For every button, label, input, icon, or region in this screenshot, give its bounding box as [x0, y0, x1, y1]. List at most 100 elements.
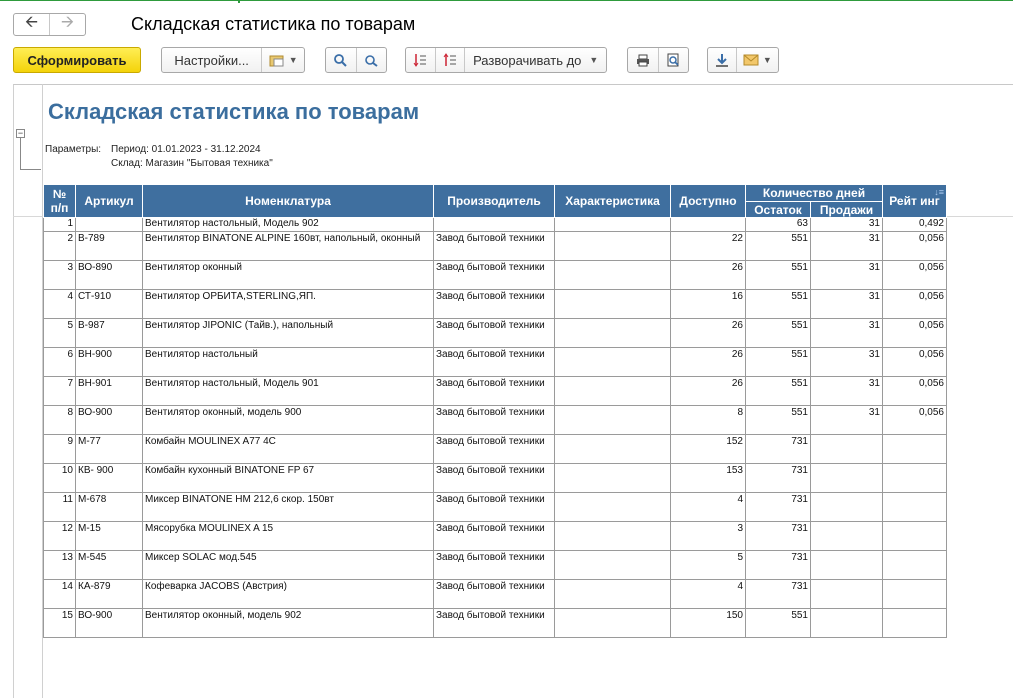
row-nomenclature[interactable]: Миксер SOLAC мод.545 — [142, 550, 434, 580]
row-num[interactable]: 7 — [43, 376, 76, 406]
row-manufacturer[interactable]: Завод бытовой техники — [433, 492, 555, 522]
table-row[interactable]: 7 ВН-901 Вентилятор настольный, Модель 901… — [43, 376, 947, 406]
row-manufacturer[interactable]: Завод бытовой техники — [433, 405, 555, 435]
row-nomenclature[interactable]: Вентилятор настольный, Модель 901 — [142, 376, 434, 406]
row-balance[interactable]: 731 — [745, 492, 811, 522]
row-nomenclature[interactable]: Вентилятор JIPONIC (Тайв.), напольный — [142, 318, 434, 348]
row-balance[interactable]: 551 — [745, 608, 811, 638]
row-rating[interactable] — [882, 463, 947, 493]
row-rating[interactable] — [882, 579, 947, 609]
row-available[interactable] — [670, 217, 746, 232]
row-balance[interactable]: 551 — [745, 318, 811, 348]
row-manufacturer[interactable]: Завод бытовой техники — [433, 550, 555, 580]
row-rating[interactable]: 0,056 — [882, 347, 947, 377]
col-balance[interactable]: Остаток — [745, 201, 811, 218]
back-arrow-icon[interactable]: 🡨 — [14, 14, 49, 35]
row-num[interactable]: 8 — [43, 405, 76, 435]
col-article[interactable]: Артикул — [75, 184, 143, 218]
row-characteristic[interactable] — [554, 492, 671, 522]
row-sales[interactable] — [810, 608, 883, 638]
row-article[interactable]: М-678 — [75, 492, 143, 522]
row-sales[interactable]: 31 — [810, 405, 883, 435]
row-num[interactable]: 11 — [43, 492, 76, 522]
row-article[interactable]: B-789 — [75, 231, 143, 261]
row-sales[interactable] — [810, 434, 883, 464]
col-rating[interactable]: Рейт инг ↓≡ — [882, 184, 947, 218]
row-manufacturer[interactable]: Завод бытовой техники — [433, 579, 555, 609]
row-num[interactable]: 4 — [43, 289, 76, 319]
table-row[interactable]: 3 ВО-890 Вентилятор оконный Завод бытовой т… — [43, 260, 947, 290]
row-rating[interactable] — [882, 550, 947, 580]
row-available[interactable]: 4 — [670, 579, 746, 609]
table-row[interactable]: 2 B-789 Вентилятор BINATONE ALPINE 160вт, … — [43, 231, 947, 261]
collapse-all-button[interactable] — [406, 48, 435, 72]
row-rating[interactable] — [882, 434, 947, 464]
row-balance[interactable]: 731 — [745, 579, 811, 609]
table-row[interactable]: 11 М-678 Миксер BINATONE HM 212,6 скор. 15… — [43, 492, 947, 522]
row-manufacturer[interactable]: Завод бытовой техники — [433, 376, 555, 406]
row-article[interactable]: ВО-890 — [75, 260, 143, 290]
settings-button[interactable]: Настройки... — [162, 48, 261, 72]
row-num[interactable]: 6 — [43, 347, 76, 377]
row-available[interactable]: 3 — [670, 521, 746, 551]
col-sales[interactable]: Продажи — [810, 201, 883, 218]
print-button[interactable] — [628, 48, 658, 72]
col-characteristic[interactable]: Характеристика — [554, 184, 671, 218]
row-manufacturer[interactable]: Завод бытовой техники — [433, 434, 555, 464]
row-available[interactable]: 8 — [670, 405, 746, 435]
row-num[interactable]: 13 — [43, 550, 76, 580]
row-characteristic[interactable] — [554, 608, 671, 638]
row-sales[interactable] — [810, 579, 883, 609]
expand-all-button[interactable] — [434, 48, 465, 72]
row-nomenclature[interactable]: Миксер BINATONE HM 212,6 скор. 150вт — [142, 492, 434, 522]
col-num[interactable]: № п/п — [43, 184, 76, 218]
row-manufacturer[interactable]: Завод бытовой техники — [433, 347, 555, 377]
row-balance[interactable]: 731 — [745, 463, 811, 493]
row-num[interactable]: 9 — [43, 434, 76, 464]
row-balance[interactable]: 731 — [745, 521, 811, 551]
row-characteristic[interactable] — [554, 405, 671, 435]
table-row[interactable]: 9 М-77 Комбайн MOULINEX A77 4C Завод бытово… — [43, 434, 947, 464]
table-row[interactable]: 10 КВ- 900 Комбайн кухонный BINATONE FP 67… — [43, 463, 947, 493]
table-row[interactable]: 1 Вентилятор настольный, Модель 902 63 31 0,… — [43, 217, 947, 232]
row-article[interactable]: М-77 — [75, 434, 143, 464]
row-sales[interactable] — [810, 492, 883, 522]
row-manufacturer[interactable]: Завод бытовой техники — [433, 260, 555, 290]
row-sales[interactable]: 31 — [810, 217, 883, 232]
row-num[interactable]: 3 — [43, 260, 76, 290]
forward-arrow-icon[interactable]: 🡪 — [49, 14, 85, 35]
row-sales[interactable]: 31 — [810, 347, 883, 377]
row-balance[interactable]: 731 — [745, 434, 811, 464]
row-sales[interactable]: 31 — [810, 318, 883, 348]
row-sales[interactable]: 31 — [810, 231, 883, 261]
row-rating[interactable]: 0,056 — [882, 289, 947, 319]
row-characteristic[interactable] — [554, 376, 671, 406]
row-available[interactable]: 22 — [670, 231, 746, 261]
row-available[interactable]: 150 — [670, 608, 746, 638]
row-num[interactable]: 5 — [43, 318, 76, 348]
row-nomenclature[interactable]: Вентилятор оконный, модель 900 — [142, 405, 434, 435]
row-rating[interactable]: 0,056 — [882, 405, 947, 435]
row-characteristic[interactable] — [554, 217, 671, 232]
row-nomenclature[interactable]: Комбайн MOULINEX A77 4C — [142, 434, 434, 464]
row-nomenclature[interactable]: Вентилятор оконный, модель 902 — [142, 608, 434, 638]
row-rating[interactable]: 0,492 — [882, 217, 947, 232]
row-rating[interactable] — [882, 608, 947, 638]
row-manufacturer[interactable] — [433, 217, 555, 232]
row-balance[interactable]: 551 — [745, 289, 811, 319]
row-rating[interactable]: 0,056 — [882, 231, 947, 261]
row-available[interactable]: 153 — [670, 463, 746, 493]
row-sales[interactable] — [810, 463, 883, 493]
row-article[interactable]: М-15 — [75, 521, 143, 551]
row-balance[interactable]: 551 — [745, 347, 811, 377]
save-button[interactable] — [708, 48, 736, 72]
print-preview-button[interactable] — [657, 48, 689, 72]
collapse-group-icon[interactable]: − — [16, 129, 25, 138]
row-nomenclature[interactable]: Вентилятор ОРБИТА,STERLING,ЯП. — [142, 289, 434, 319]
row-sales[interactable] — [810, 521, 883, 551]
row-num[interactable]: 15 — [43, 608, 76, 638]
row-rating[interactable]: 0,056 — [882, 318, 947, 348]
search-next-button[interactable] — [355, 48, 387, 72]
row-characteristic[interactable] — [554, 289, 671, 319]
row-characteristic[interactable] — [554, 347, 671, 377]
